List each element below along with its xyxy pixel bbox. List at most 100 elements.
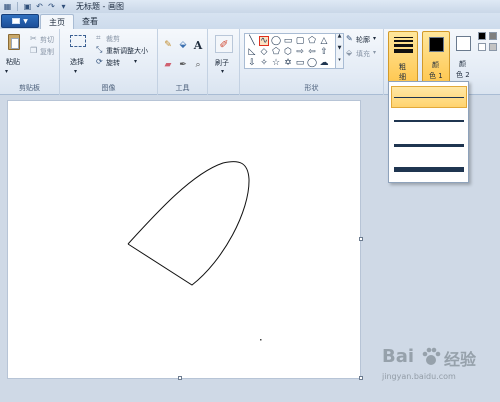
palette-swatch[interactable] — [489, 43, 497, 51]
arrow-down-shape-icon[interactable]: ⇩ — [247, 58, 257, 68]
chevron-down-icon[interactable]: ▾ — [74, 69, 77, 75]
tab-home[interactable]: 主页 — [40, 14, 74, 29]
select-icon[interactable] — [70, 35, 86, 47]
tools-group: ✎ ⬙ A ▰ ✒ ⌕ 工具 — [158, 29, 208, 95]
palette-swatch[interactable] — [478, 32, 486, 40]
arrow-right-shape-icon[interactable]: ⇨ — [295, 47, 305, 57]
tools-group-label: 工具 — [175, 84, 190, 92]
outline-button[interactable]: 轮廓 — [356, 35, 370, 45]
arrow-up-shape-icon[interactable]: ⇧ — [319, 47, 329, 57]
clipboard-group: 粘贴 ▾ ✂ 剪切 ❐ 复制 剪贴板 — [0, 29, 60, 95]
fill-button[interactable]: 填充 — [356, 49, 370, 59]
six-point-star-shape-icon[interactable]: ✡ — [283, 58, 293, 68]
callout-oval-shape-icon[interactable]: ◯ — [307, 58, 317, 68]
cut-button[interactable]: 剪切 — [40, 35, 54, 45]
size-option-2[interactable] — [391, 110, 467, 132]
drawing-canvas[interactable] — [7, 100, 361, 379]
brush-icon[interactable]: ✐ — [215, 35, 233, 53]
four-point-star-shape-icon[interactable]: ✧ — [259, 58, 269, 68]
paste-icon[interactable] — [8, 34, 20, 50]
triangle-shape-icon[interactable]: △ — [319, 36, 329, 46]
text-icon[interactable]: A — [192, 39, 204, 52]
outline-icon: ✎ — [346, 34, 353, 43]
pencil-icon[interactable]: ✎ — [162, 39, 174, 51]
line-shape-icon[interactable]: ╲ — [247, 36, 257, 46]
five-point-star-shape-icon[interactable]: ☆ — [271, 58, 281, 68]
chevron-down-icon[interactable]: ▾ — [373, 50, 376, 56]
paste-button[interactable]: 粘贴 — [6, 57, 20, 67]
clipboard-group-label: 剪贴板 — [19, 84, 40, 92]
palette-swatch[interactable] — [489, 32, 497, 40]
rounded-rectangle-shape-icon[interactable]: ▢ — [295, 36, 305, 46]
right-triangle-shape-icon[interactable]: ◺ — [247, 47, 257, 57]
watermark-brand-2: 经验 — [444, 350, 477, 369]
eraser-icon[interactable]: ▰ — [162, 59, 174, 71]
size-button[interactable]: 粗 细 — [388, 31, 418, 83]
color-picker-icon[interactable]: ✒ — [177, 59, 189, 71]
expand-icon[interactable]: ▾ — [336, 58, 343, 63]
arrow-left-shape-icon[interactable]: ⇦ — [307, 47, 317, 57]
chevron-down-icon[interactable]: ▾ — [5, 69, 8, 75]
size-label-1: 粗 — [399, 63, 406, 71]
watermark: Bai 经验 jingyan.baidu.com — [382, 346, 496, 398]
magnifier-icon[interactable]: ⌕ — [192, 59, 204, 71]
resize-icon: ⤡ — [96, 45, 103, 54]
brushes-button[interactable]: 刷子 — [215, 58, 229, 68]
size-option-3[interactable] — [391, 134, 467, 156]
undo-icon[interactable]: ↶ — [35, 2, 44, 11]
customize-caret-icon[interactable]: ▾ — [59, 2, 68, 11]
callout-cloud-shape-icon[interactable]: ☁ — [319, 58, 329, 68]
fill-icon[interactable]: ⬙ — [177, 39, 189, 51]
chevron-down-icon[interactable]: ▼ — [336, 46, 343, 51]
resize-handle-bottom[interactable] — [178, 376, 182, 380]
chevron-down-icon[interactable]: ▾ — [134, 59, 137, 65]
title-bar: ▦ ▣ ↶ ↷ ▾ 无标题 - 画图 — [0, 0, 500, 13]
resize-handle-right[interactable] — [359, 237, 363, 241]
brushes-group: ✐ 刷子 ▾ — [208, 29, 240, 95]
chevron-down-icon[interactable]: ▾ — [221, 69, 224, 75]
size-option-1[interactable] — [391, 86, 467, 108]
rotate-button[interactable]: 旋转 — [106, 58, 120, 68]
tab-view[interactable]: 查看 — [74, 14, 106, 29]
image-group-label: 图像 — [101, 84, 116, 92]
polygon-shape-icon[interactable]: ⬠ — [307, 36, 317, 46]
rectangle-shape-icon[interactable]: ▭ — [283, 36, 293, 46]
save-icon[interactable]: ▣ — [23, 2, 32, 11]
scissors-icon: ✂ — [30, 34, 37, 43]
copy-button[interactable]: 复制 — [40, 47, 54, 57]
hexagon-shape-icon[interactable]: ⬡ — [283, 47, 293, 57]
watermark-brand: Bai — [382, 346, 415, 367]
oval-shape-icon[interactable]: ◯ — [271, 36, 281, 46]
chevron-up-icon[interactable]: ▲ — [336, 34, 343, 39]
size-lines-icon — [394, 37, 413, 55]
color1-num: 色 1 — [429, 72, 443, 80]
redo-icon[interactable]: ↷ — [47, 2, 56, 11]
resize-handle-corner[interactable] — [359, 376, 363, 380]
curve-shape-icon[interactable]: ∿ — [259, 36, 269, 46]
shapes-group: ╲ ∿ ◯ ▭ ▢ ⬠ △ ◺ ◇ ⬠ ⬡ ⇨ ⇦ ⇧ ⇩ ✧ ☆ ✡ ▭ ◯ … — [240, 29, 384, 95]
fill-shape-icon: ⬙ — [346, 48, 353, 57]
file-menu-button[interactable]: ▼ — [1, 14, 39, 28]
color2-swatch — [456, 36, 471, 51]
palette-swatch[interactable] — [478, 43, 486, 51]
crop-button[interactable]: 裁剪 — [106, 34, 120, 44]
shapes-scrollbar[interactable]: ▲ ▼ ▾ — [336, 33, 344, 69]
resize-button[interactable]: 重新调整大小 — [106, 46, 148, 56]
callout-rect-shape-icon[interactable]: ▭ — [295, 58, 305, 68]
document-icon — [12, 18, 21, 24]
color1-button[interactable]: 颜 色 1 — [422, 31, 450, 83]
color2-button[interactable]: 颜 色 2 — [450, 31, 478, 83]
color1-swatch — [429, 37, 444, 52]
size-option-4[interactable] — [391, 158, 467, 180]
rotate-icon: ⟳ — [96, 57, 103, 66]
size-dropdown — [388, 81, 469, 183]
color2-num: 色 2 — [456, 71, 470, 79]
paint-app-icon[interactable]: ▦ — [3, 2, 12, 11]
select-button[interactable]: 选择 — [70, 57, 84, 67]
paw-icon — [422, 347, 441, 365]
diamond-shape-icon[interactable]: ◇ — [259, 47, 269, 57]
image-group: 选择 ▾ ⌗ 裁剪 ⤡ 重新调整大小 ⟳ 旋转 ▾ 图像 — [60, 29, 158, 95]
chevron-down-icon[interactable]: ▾ — [373, 36, 376, 42]
pentagon-shape-icon[interactable]: ⬠ — [271, 47, 281, 57]
shapes-group-label: 形状 — [304, 84, 319, 92]
